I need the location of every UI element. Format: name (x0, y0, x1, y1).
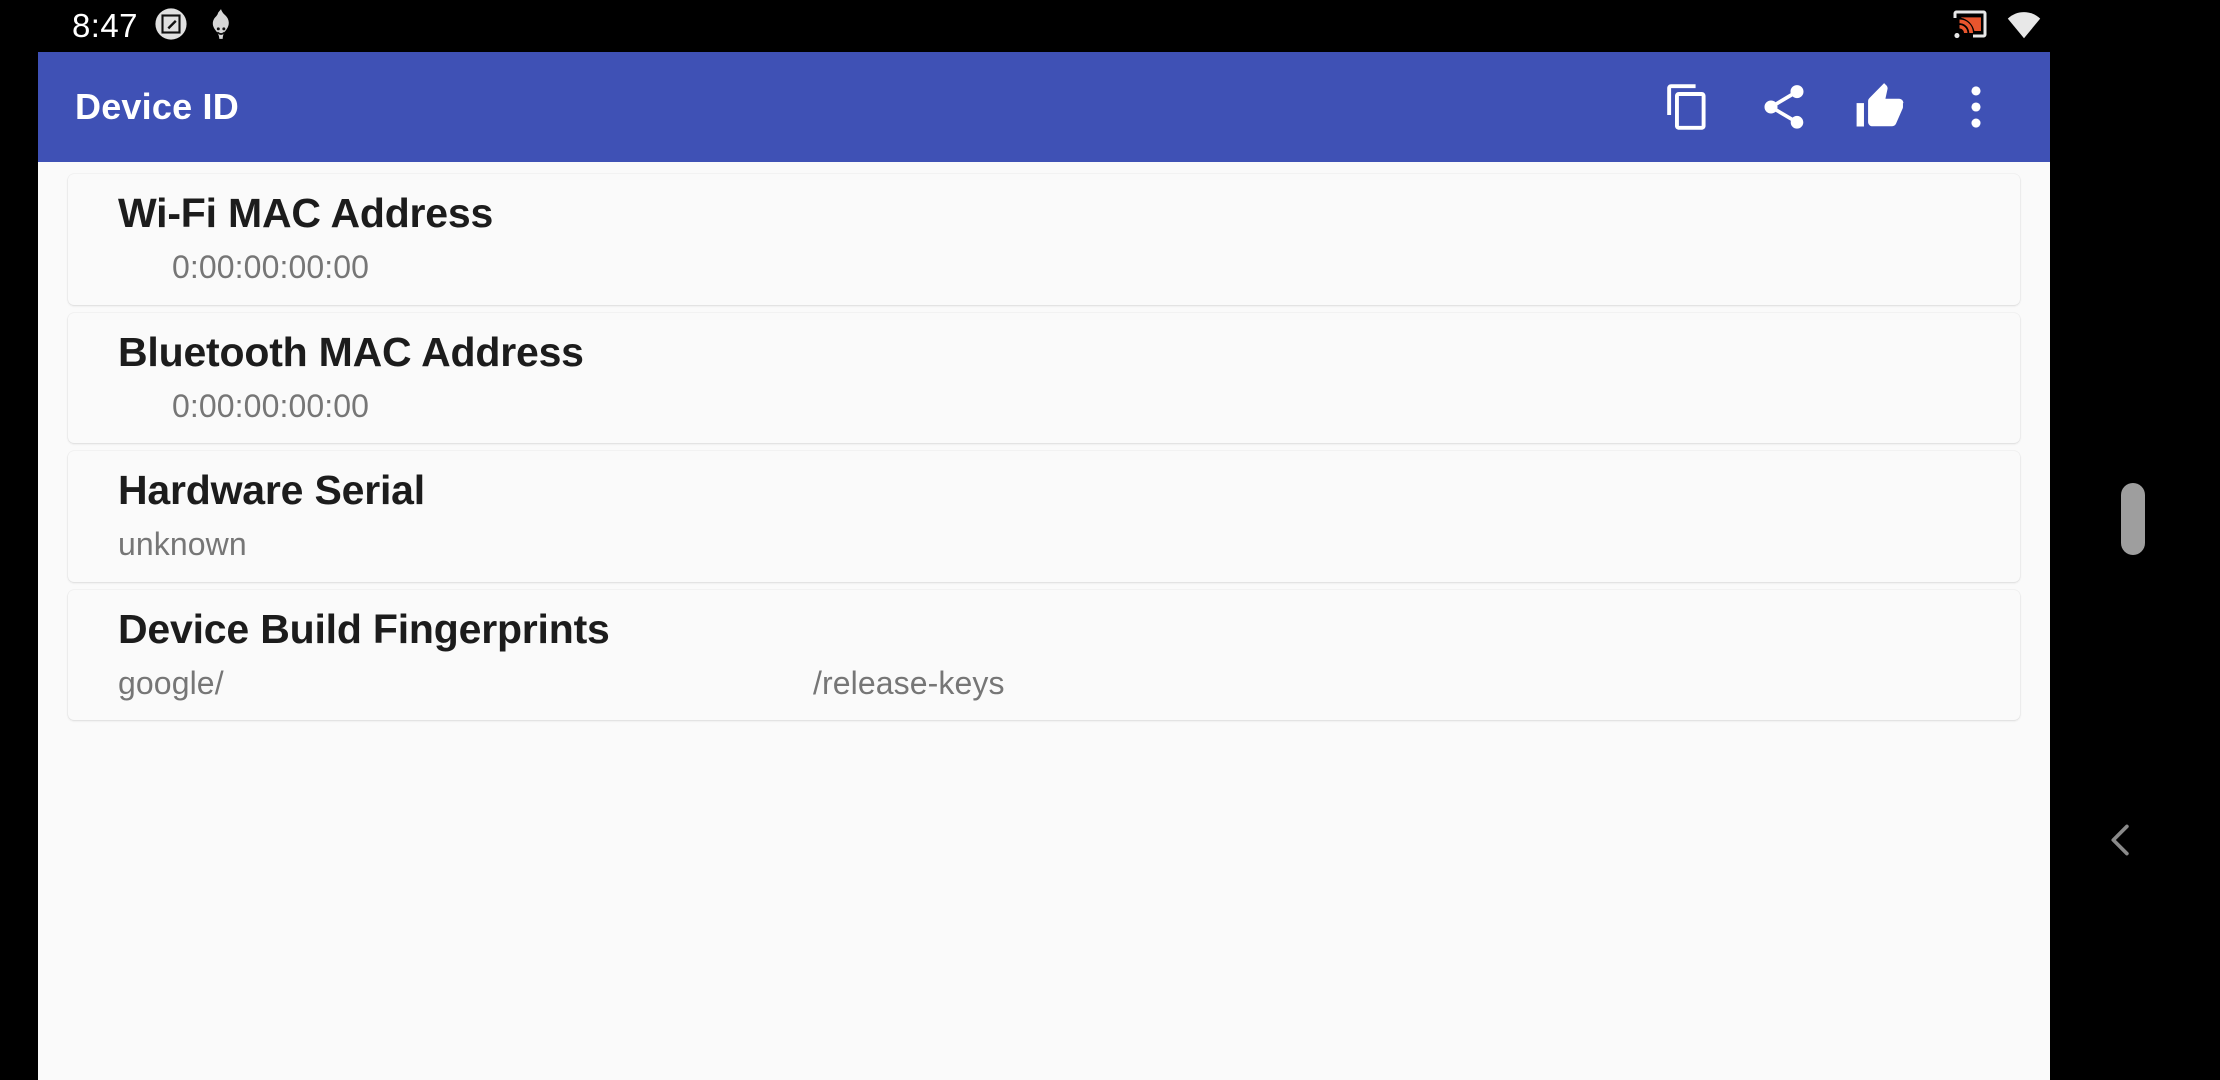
list-item[interactable]: Device Build Fingerprints google/ /relea… (68, 589, 2020, 721)
screenshot-edit-icon (154, 7, 188, 46)
flame-smiley-icon (204, 7, 238, 46)
thumbs-up-button[interactable] (1832, 59, 1928, 155)
app-bar: Device ID (38, 52, 2050, 162)
overflow-menu-button[interactable] (1928, 59, 2024, 155)
wifi-icon (2006, 6, 2042, 47)
list-item[interactable]: Hardware Serial unknown (68, 451, 2020, 582)
status-clock: 8:47 (72, 7, 138, 44)
item-title: Hardware Serial (118, 467, 425, 514)
item-value: unknown (118, 526, 247, 563)
phone-screen: 8:47 Device ID Wi-Fi MAC Address 0:00:00… (38, 0, 2050, 1080)
app-bar-actions (1640, 59, 2024, 155)
item-value: 0:00:00:00:00 (172, 249, 370, 286)
device-info-list[interactable]: Wi-Fi MAC Address 0:00:00:00:00 Bluetoot… (38, 162, 2050, 1080)
item-value: 0:00:00:00:00 (172, 387, 370, 424)
item-value-suffix: /release-keys (813, 664, 1005, 701)
back-chevron-icon[interactable] (2099, 818, 2143, 867)
list-item[interactable]: Wi-Fi MAC Address 0:00:00:00:00 (68, 174, 2020, 305)
item-value-prefix: google/ (118, 664, 224, 701)
scroll-handle[interactable] (2121, 483, 2145, 555)
cast-icon (1952, 6, 1988, 47)
status-bar-right-group (1952, 6, 2050, 47)
copy-button[interactable] (1640, 59, 1736, 155)
share-button[interactable] (1736, 59, 1832, 155)
status-bar: 8:47 (38, 0, 2050, 52)
item-value: google/ /release-keys (118, 663, 2020, 705)
status-bar-left-group: 8:47 (72, 7, 238, 46)
item-title: Bluetooth MAC Address (118, 328, 584, 375)
page-title: Device ID (75, 86, 239, 127)
item-title: Device Build Fingerprints (118, 605, 610, 652)
item-title: Wi-Fi MAC Address (118, 190, 494, 236)
list-item[interactable]: Bluetooth MAC Address 0:00:00:00:00 (68, 312, 2020, 444)
